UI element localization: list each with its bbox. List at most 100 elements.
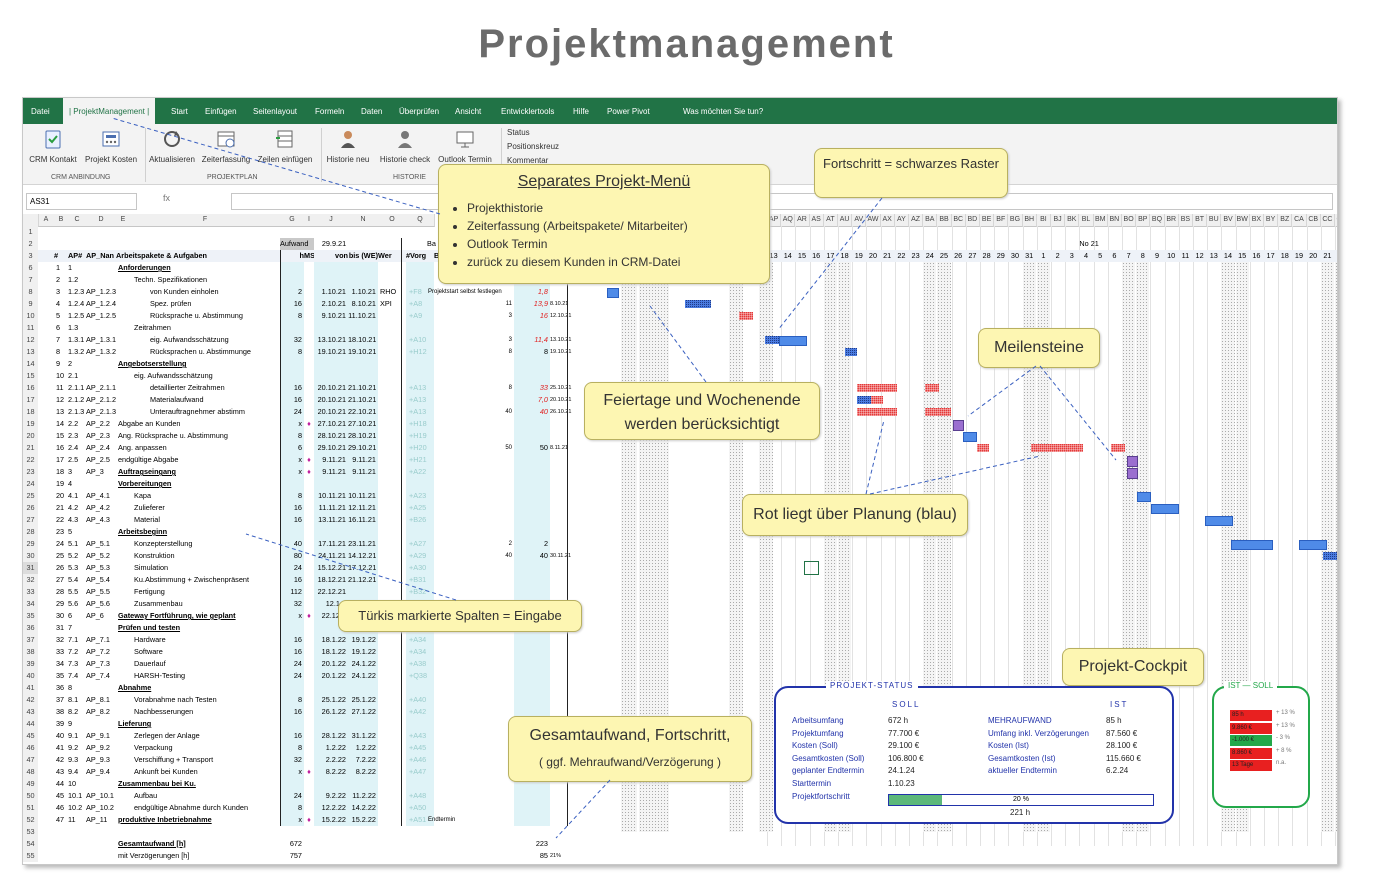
ribbon-tab[interactable]: Seitenlayout: [253, 98, 297, 124]
formula-input[interactable]: [231, 193, 1333, 210]
column-header[interactable]: E: [116, 214, 131, 227]
ribbon-tab[interactable]: Daten: [361, 98, 382, 124]
column-header[interactable]: BO: [1122, 214, 1137, 227]
column-header[interactable]: AX: [880, 214, 895, 227]
row-number[interactable]: 39: [23, 658, 38, 670]
column-header[interactable]: BS: [1178, 214, 1193, 227]
ribbon-tab[interactable]: Entwicklertools: [501, 98, 554, 124]
column-header[interactable]: CA: [1292, 214, 1307, 227]
ribbon-tab[interactable]: Ansicht: [455, 98, 481, 124]
row-number[interactable]: 26: [23, 502, 38, 514]
row-number[interactable]: 28: [23, 526, 38, 538]
table-row[interactable]: 55 mit Verzögerungen [h] 757 85 21%: [23, 850, 767, 862]
row-number[interactable]: 31: [23, 562, 38, 574]
row-number[interactable]: 18: [23, 406, 38, 418]
column-header[interactable]: CC: [1320, 214, 1335, 227]
column-header[interactable]: AW: [866, 214, 881, 227]
row-number[interactable]: 50: [23, 790, 38, 802]
row-number[interactable]: 6: [23, 262, 38, 274]
column-header[interactable]: BH: [1022, 214, 1037, 227]
ribbon-tab[interactable]: Hilfe: [573, 98, 589, 124]
row-number[interactable]: 33: [23, 586, 38, 598]
ribbon-tab[interactable]: Power Pivot: [607, 98, 650, 124]
row-number[interactable]: 20: [23, 430, 38, 442]
column-header[interactable]: BU: [1207, 214, 1222, 227]
row-number[interactable]: 30: [23, 550, 38, 562]
row-number[interactable]: 13: [23, 346, 38, 358]
column-header[interactable]: AQ: [781, 214, 796, 227]
name-box[interactable]: AS31: [26, 193, 137, 210]
column-header[interactable]: BW: [1235, 214, 1250, 227]
column-header[interactable]: D: [86, 214, 117, 227]
column-header[interactable]: BY: [1264, 214, 1279, 227]
table-row[interactable]: 31 26 5.3 AP_5.3 Simulation 24 15.12.21 17.12.2…: [23, 562, 767, 574]
column-header[interactable]: A: [38, 214, 55, 227]
ribbon-tab[interactable]: | ProjektManagement |: [63, 98, 156, 124]
table-row[interactable]: 54 Gesamtaufwand [h] 672 223: [23, 838, 767, 850]
row-number[interactable]: 45: [23, 730, 38, 742]
table-row[interactable]: 41 36 8 Abnahme: [23, 682, 767, 694]
row-number[interactable]: 2: [23, 238, 38, 250]
refresh-button[interactable]: Aktualisieren: [147, 128, 197, 164]
time-tracking-button[interactable]: Zeiterfassung: [201, 128, 251, 164]
table-row[interactable]: 33 28 5.5 AP_5.5 Fertigung 112 22.12.21 +B32: [23, 586, 767, 598]
column-header[interactable]: BT: [1193, 214, 1208, 227]
row-number[interactable]: 52: [23, 814, 38, 826]
column-header[interactable]: BR: [1164, 214, 1179, 227]
column-header[interactable]: BE: [980, 214, 995, 227]
column-header[interactable]: BQ: [1150, 214, 1165, 227]
table-row[interactable]: 27 22 4.3 AP_4.3 Material 16 13.11.21 16.11.21 +…: [23, 514, 767, 526]
column-header[interactable]: BF: [994, 214, 1009, 227]
ribbon-tab[interactable]: Was möchten Sie tun?: [683, 98, 763, 124]
column-header[interactable]: F: [130, 214, 281, 227]
table-row[interactable]: 13 8 1.3.2 AP_1.3.2 Rücksprachen u. Abstimmu…: [23, 346, 767, 358]
row-number[interactable]: 27: [23, 514, 38, 526]
column-header[interactable]: AY: [894, 214, 909, 227]
row-number[interactable]: 12: [23, 334, 38, 346]
row-number[interactable]: 46: [23, 742, 38, 754]
status-check[interactable]: Status: [507, 128, 530, 137]
column-header[interactable]: C: [68, 214, 87, 227]
row-number[interactable]: 55: [23, 850, 38, 862]
ribbon-tab[interactable]: Überprüfen: [399, 98, 439, 124]
row-number[interactable]: 15: [23, 370, 38, 382]
column-header[interactable]: BG: [1008, 214, 1023, 227]
column-header[interactable]: CB: [1306, 214, 1321, 227]
column-header[interactable]: BC: [951, 214, 966, 227]
column-header[interactable]: O: [378, 214, 407, 227]
column-header[interactable]: G: [280, 214, 305, 227]
table-row[interactable]: 12 7 1.3.1 AP_1.3.1 eig. Aufwandsschätzung 32…: [23, 334, 767, 346]
table-row[interactable]: 25 20 4.1 AP_4.1 Kapa 8 10.11.21 10.11.21 +A23: [23, 490, 767, 502]
column-header[interactable]: BV: [1221, 214, 1236, 227]
row-number[interactable]: 42: [23, 694, 38, 706]
row-number[interactable]: 8: [23, 286, 38, 298]
row-number[interactable]: 54: [23, 838, 38, 850]
column-header[interactable]: AV: [852, 214, 867, 227]
table-row[interactable]: 26 21 4.2 AP_4.2 Zulieferer 16 11.11.21 12.11.2…: [23, 502, 767, 514]
history-check-button[interactable]: Historie check: [377, 128, 433, 164]
column-header[interactable]: AR: [795, 214, 810, 227]
project-costs-button[interactable]: Projekt Kosten: [81, 128, 141, 164]
table-row[interactable]: 9 4 1.2.4 AP_1.2.4 Spez. prüfen 16 2.10.21 8.10…: [23, 298, 767, 310]
row-number[interactable]: 24: [23, 478, 38, 490]
row-number[interactable]: 53: [23, 826, 38, 838]
table-row[interactable]: 38 33 7.2 AP_7.2 Software 16 18.1.22 19.1.22 +A3…: [23, 646, 767, 658]
table-row[interactable]: 28 23 5 Arbeitsbeginn: [23, 526, 767, 538]
table-row[interactable]: 30 25 5.2 AP_5.2 Konstruktion 80 24.11.21 14.12…: [23, 550, 767, 562]
row-number[interactable]: 1: [23, 226, 38, 238]
row-number[interactable]: 9: [23, 298, 38, 310]
row-number[interactable]: 38: [23, 646, 38, 658]
table-row[interactable]: 39 34 7.3 AP_7.3 Dauerlauf 24 20.1.22 24.1.22 +A…: [23, 658, 767, 670]
column-header[interactable]: BP: [1136, 214, 1151, 227]
column-header[interactable]: BI: [1036, 214, 1051, 227]
column-header[interactable]: AZ: [909, 214, 924, 227]
row-number[interactable]: 16: [23, 382, 38, 394]
row-number[interactable]: 21: [23, 442, 38, 454]
column-header[interactable]: B: [54, 214, 69, 227]
column-header[interactable]: AT: [823, 214, 838, 227]
column-header[interactable]: BD: [965, 214, 980, 227]
table-row[interactable]: 52 47 11 AP_11 produktive Inbetriebnahme x ♦ 15…: [23, 814, 767, 826]
table-row[interactable]: 50 45 10.1 AP_10.1 Aufbau 24 9.2.22 11.2.22 +A48: [23, 790, 767, 802]
fx-icon[interactable]: fx: [163, 193, 170, 203]
row-number[interactable]: 23: [23, 466, 38, 478]
